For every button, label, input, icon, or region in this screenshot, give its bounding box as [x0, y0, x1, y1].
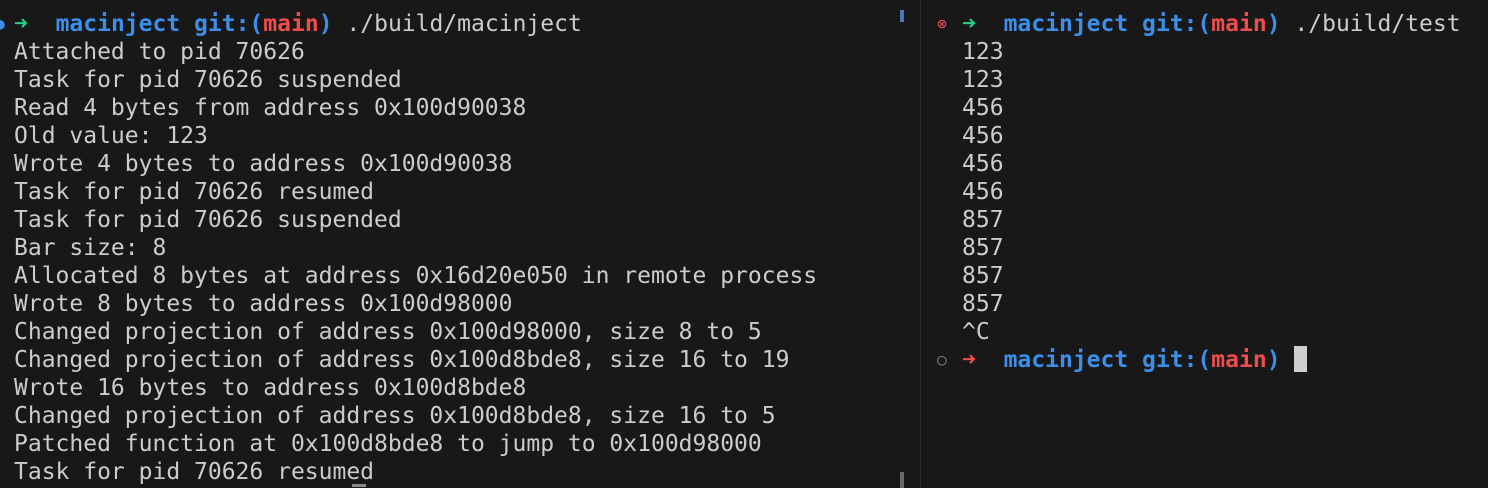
scrollbar-marker[interactable]: [900, 10, 904, 22]
output-line: 456: [962, 95, 1004, 121]
output-line: 857: [962, 207, 1004, 233]
idle-status-icon: ○: [937, 350, 947, 369]
prompt-branch: main: [1211, 11, 1267, 37]
prompt-dir: macinject: [1003, 347, 1129, 373]
prompt-dir: macinject: [1003, 11, 1129, 37]
output-line: Wrote 16 bytes to address 0x100d8bde8: [14, 375, 527, 401]
scrollbar-thumb[interactable]: [900, 472, 904, 488]
output-line: 456: [962, 179, 1004, 205]
prompt-arrow-icon: ➜: [962, 347, 976, 373]
status-dot-icon: ●: [0, 10, 7, 38]
prompt-git-close: ): [1266, 347, 1281, 373]
output-line: 857: [962, 263, 1004, 289]
output-line: Bar size: 8: [14, 235, 167, 261]
terminal-window: ● ➜ macinject git:(main) ./build/macinje…: [0, 0, 1488, 488]
text-cursor[interactable]: [1294, 346, 1308, 372]
prompt-branch: main: [1211, 347, 1267, 373]
prompt-git-close: ): [1266, 11, 1281, 37]
output-line: 456: [962, 123, 1004, 149]
output-line: Task for pid 70626 suspended: [14, 67, 402, 93]
output-line: 857: [962, 235, 1004, 261]
output-line: 123: [962, 39, 1004, 65]
terminal-pane-right[interactable]: ⊗ ➜ macinject git:(main) ./build/test 12…: [921, 0, 1488, 488]
prompt-arrow-icon: ➜: [14, 11, 28, 37]
output-line: Task for pid 70626 resumed: [14, 179, 375, 205]
idle-prompt-line: ➜ macinject git:(main): [962, 346, 1308, 374]
scroll-indicator: [352, 484, 366, 487]
prompt-git-label: git:(: [1142, 347, 1212, 373]
output-line: Task for pid 70626 resumed: [14, 459, 375, 485]
prompt-command: ./build/test: [1294, 11, 1461, 37]
prompt-arrow-icon: ➜: [962, 11, 976, 37]
prompt-git-close: ): [318, 11, 333, 37]
terminal-pane-left[interactable]: ● ➜ macinject git:(main) ./build/macinje…: [0, 0, 920, 488]
output-line: Read 4 bytes from address 0x100d90038: [14, 95, 527, 121]
prompt-branch: main: [263, 11, 319, 37]
output-line: Changed projection of address 0x100d8bde…: [14, 403, 776, 429]
output-line: ^C: [962, 319, 990, 345]
output-line: Wrote 8 bytes to address 0x100d98000: [14, 291, 513, 317]
prompt-line: ➜ macinject git:(main) ./build/macinject: [14, 10, 582, 38]
output-line: Allocated 8 bytes at address 0x16d20e050…: [14, 263, 818, 289]
prompt-line: ➜ macinject git:(main) ./build/test: [962, 10, 1461, 38]
output-line: Changed projection of address 0x100d9800…: [14, 319, 762, 345]
output-line: Wrote 4 bytes to address 0x100d90038: [14, 151, 513, 177]
output-line: Old value: 123: [14, 123, 208, 149]
error-status-icon: ⊗: [937, 14, 947, 33]
output-line: 123: [962, 67, 1004, 93]
output-line: 857: [962, 291, 1004, 317]
prompt-dir: macinject: [55, 11, 181, 37]
output-line: 456: [962, 151, 1004, 177]
output-line: Changed projection of address 0x100d8bde…: [14, 347, 790, 373]
output-line: Task for pid 70626 suspended: [14, 207, 402, 233]
prompt-command: ./build/macinject: [346, 11, 582, 37]
prompt-git-label: git:(: [1142, 11, 1212, 37]
output-line: Patched function at 0x100d8bde8 to jump …: [14, 431, 762, 457]
output-line: Attached to pid 70626: [14, 39, 305, 65]
prompt-git-label: git:(: [194, 11, 264, 37]
